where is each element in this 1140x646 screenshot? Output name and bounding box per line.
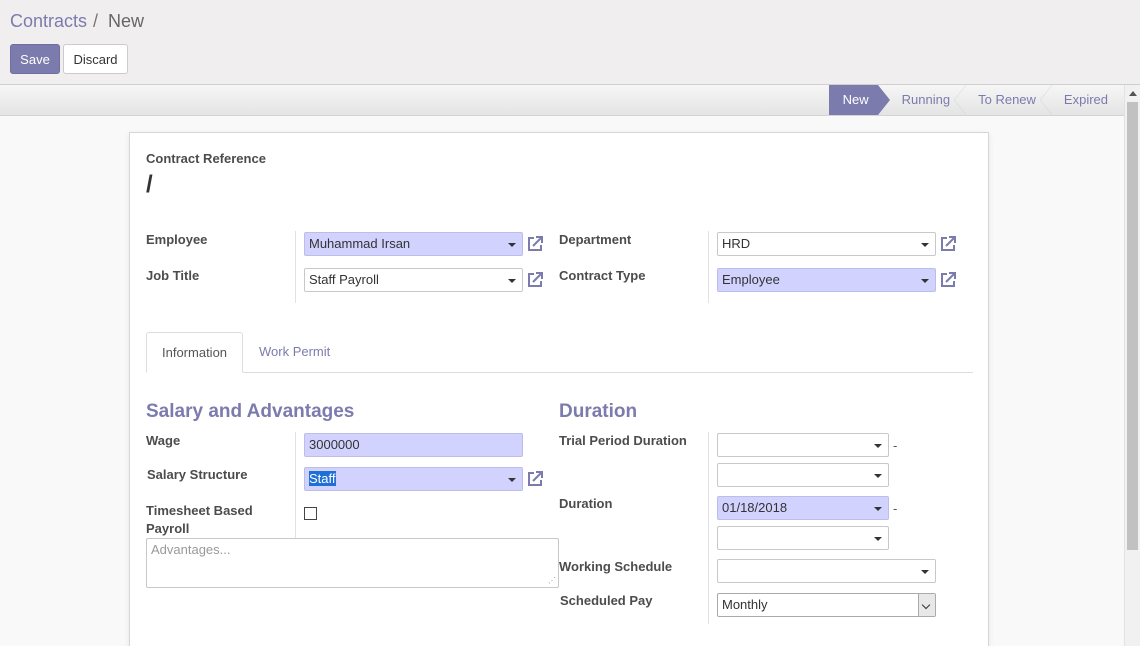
vertical-scrollbar[interactable]	[1124, 85, 1140, 646]
scheduled-pay-value: Monthly	[722, 597, 768, 612]
department-value: HRD	[722, 236, 751, 251]
tab-information[interactable]: Information	[146, 332, 244, 373]
department-label: Department	[559, 232, 632, 247]
timesheet-label-line1: Timesheet Based	[146, 503, 253, 518]
status-stages: New Running To Renew Expired	[828, 85, 1124, 115]
job-title-label: Job Title	[146, 268, 200, 283]
duration-label: Duration	[559, 496, 613, 511]
external-link-icon[interactable]	[938, 270, 958, 290]
date-range-dash: -	[893, 438, 898, 453]
caret-down-icon[interactable]	[508, 279, 516, 283]
caret-down-icon[interactable]	[921, 570, 929, 574]
duration-start-value: 01/18/2018	[722, 500, 788, 515]
stage-new[interactable]: New	[828, 85, 890, 115]
working-schedule-label: Working Schedule	[559, 559, 673, 574]
caret-down-icon[interactable]	[508, 243, 516, 247]
salary-structure-value: Staff	[309, 471, 336, 486]
status-bar: New Running To Renew Expired	[0, 85, 1124, 116]
field-separator	[295, 231, 296, 303]
caret-down-icon[interactable]	[874, 507, 882, 511]
save-button[interactable]: Save	[10, 44, 60, 74]
external-link-icon[interactable]	[525, 234, 545, 254]
advantages-textarea[interactable]: Advantages... ⋰	[146, 538, 559, 588]
caret-down-icon[interactable]	[874, 444, 882, 448]
trial-start-date[interactable]	[717, 433, 889, 457]
chevron-down-icon[interactable]	[918, 594, 935, 616]
employee-label: Employee	[146, 232, 208, 247]
contract-reference-value: /	[146, 171, 153, 198]
wage-label: Wage	[146, 433, 181, 448]
duration-end-date[interactable]	[717, 526, 889, 550]
stage-to-renew[interactable]: To Renew	[966, 85, 1052, 115]
resize-grip-icon[interactable]: ⋰	[548, 577, 556, 585]
scroll-up-arrow-icon[interactable]	[1129, 91, 1137, 96]
contract-type-value: Employee	[722, 272, 780, 287]
wage-input[interactable]: 3000000	[304, 433, 523, 457]
contract-type-label: Contract Type	[559, 268, 646, 283]
trial-period-label: Trial Period Duration	[559, 433, 687, 448]
caret-down-icon[interactable]	[921, 243, 929, 247]
breadcrumb-separator: /	[93, 11, 99, 31]
caret-down-icon[interactable]	[921, 279, 929, 283]
duration-section-title: Duration	[559, 401, 638, 422]
discard-button[interactable]: Discard	[63, 44, 128, 74]
contract-reference-label: Contract Reference	[146, 151, 266, 166]
caret-down-icon[interactable]	[874, 474, 882, 478]
salary-structure-label: Salary Structure	[147, 467, 248, 482]
breadcrumb: Contracts / New	[10, 11, 144, 32]
tab-work-permit[interactable]: Work Permit	[244, 332, 345, 373]
department-select[interactable]: HRD	[717, 232, 936, 256]
breadcrumb-current: New	[108, 11, 145, 31]
timesheet-payroll-checkbox[interactable]	[304, 507, 317, 520]
control-panel: Contracts / New Save Discard	[0, 0, 1140, 85]
salary-section-title: Salary and Advantages	[146, 401, 355, 422]
salary-structure-select[interactable]: Staff	[304, 467, 523, 491]
job-title-value: Staff Payroll	[309, 272, 379, 287]
date-range-dash: -	[893, 501, 898, 516]
contract-type-select[interactable]: Employee	[717, 268, 936, 292]
caret-down-icon[interactable]	[874, 537, 882, 541]
wage-value: 3000000	[309, 437, 360, 452]
employee-select[interactable]: Muhammad Irsan	[304, 232, 523, 256]
external-link-icon[interactable]	[938, 234, 958, 254]
advantages-placeholder: Advantages...	[151, 542, 231, 557]
trial-end-date[interactable]	[717, 463, 889, 487]
scheduled-pay-select[interactable]: Monthly	[717, 593, 936, 617]
scheduled-pay-label: Scheduled Pay	[560, 593, 653, 608]
notebook-tabs: Information Work Permit	[146, 332, 973, 373]
employee-value: Muhammad Irsan	[309, 236, 411, 251]
scrollbar-thumb[interactable]	[1127, 102, 1138, 550]
external-link-icon[interactable]	[525, 270, 545, 290]
external-link-icon[interactable]	[525, 469, 545, 489]
duration-start-date[interactable]: 01/18/2018	[717, 496, 889, 520]
caret-down-icon[interactable]	[508, 478, 516, 482]
form-sheet: Contract Reference / Employee Job Title …	[129, 132, 989, 646]
stage-running[interactable]: Running	[890, 85, 967, 115]
stage-expired[interactable]: Expired	[1052, 85, 1124, 115]
working-schedule-select[interactable]	[717, 559, 936, 583]
field-separator	[295, 432, 296, 538]
timesheet-label-line2: Payroll	[146, 521, 190, 536]
field-separator	[708, 231, 709, 303]
field-separator	[708, 432, 709, 624]
breadcrumb-contracts-link[interactable]: Contracts	[10, 11, 87, 32]
job-title-select[interactable]: Staff Payroll	[304, 268, 523, 292]
